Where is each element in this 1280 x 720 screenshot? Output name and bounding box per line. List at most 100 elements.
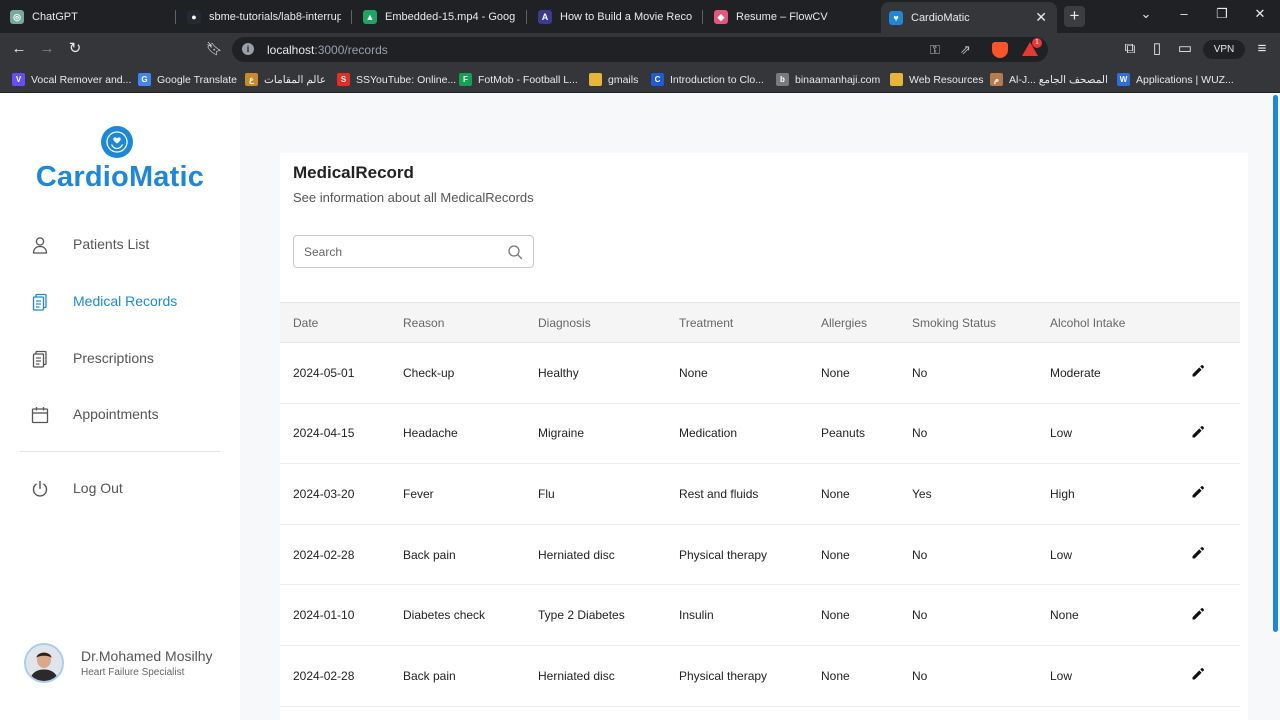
folder-icon [589,73,602,86]
bookmarks-bar: V Vocal Remover and... G Google Translate ع ع… [0,66,1280,93]
calendar-icon [30,405,50,425]
close-tab-icon[interactable]: ✕ [1035,9,1047,26]
edit-cell [1175,463,1240,525]
column-header[interactable]: Diagnosis [525,303,666,343]
flowcv-icon: ◆ [714,10,728,24]
column-header[interactable]: Treatment [666,303,808,343]
edit-pencil-icon[interactable] [1190,545,1206,561]
binaa-icon: b [776,73,789,86]
new-tab-button[interactable]: + [1064,6,1085,27]
column-header[interactable]: Alcohol Intake [1037,303,1175,343]
edit-cell [1175,645,1240,707]
table-cell: Moderate [1037,342,1175,404]
reload-icon[interactable]: ↻ [66,40,84,58]
minimize-icon[interactable]: – [1174,6,1194,21]
table-row: 2024-03-20 Fever Flu Rest and fluids None Yes… [280,463,1240,525]
folder-icon [890,73,903,86]
column-header[interactable]: Date [280,303,390,343]
search-icon[interactable] [507,244,523,260]
edit-pencil-icon[interactable] [1190,606,1206,622]
column-header[interactable]: Allergies [808,303,899,343]
bookmark-item[interactable]: Web Resources [890,71,984,88]
sidebar-item-appointments[interactable]: Appointments [0,395,240,435]
sidebar-item-patients-list[interactable]: Patients List [0,225,240,265]
fotmob-icon: F [459,73,472,86]
bookmark-item[interactable]: S SSYouTube: Online... [337,71,456,88]
column-header[interactable] [1175,303,1240,343]
logout-button[interactable]: Log Out [0,469,240,509]
bookmark-item[interactable]: م Al-J... المصحف الجامع [990,71,1108,88]
address-bar[interactable]: i localhost:3000/records ⚿ ⇗ [232,37,1048,62]
logout-label: Log Out [73,480,123,496]
bookmark-label: SSYouTube: Online... [356,73,457,86]
bookmark-item[interactable]: G Google Translate [138,71,237,88]
bookmark-label: Introduction to Clo... [670,73,764,86]
bookmark-item[interactable]: gmails [589,71,638,88]
bookmark-item[interactable]: C Introduction to Clo... [651,71,764,88]
menu-icon[interactable]: ≡ [1253,40,1271,58]
sidebar-toggle-icon[interactable]: ▯ [1148,40,1166,58]
browser-tab[interactable]: ♥ CardioMatic ✕ [881,2,1057,33]
table-cell: Fever [390,463,525,525]
table-row: 2024-04-15 Headache Migraine Medication Pean… [280,403,1240,465]
browser-toolbar: ← → ↻ 🔖︎ i localhost:3000/records ⚿ ⇗ 1 … [0,33,1280,66]
back-icon[interactable]: ← [10,40,28,58]
sidebar-item-medical-records[interactable]: Medical Records [0,282,240,322]
forward-icon[interactable]: → [38,40,56,58]
bookmark-item[interactable]: b binaamanhaji.com [776,71,880,88]
column-header[interactable]: Smoking Status [899,303,1037,343]
edit-cell [1175,524,1240,586]
brand-name[interactable]: CardioMatic [0,161,240,194]
edit-pencil-icon[interactable] [1190,424,1206,440]
bookmark-label: Applications | WUZ... [1136,73,1234,86]
browser-tab[interactable]: ◎ ChatGPT [2,4,172,30]
table-cell: Low [1037,524,1175,586]
browser-tab[interactable]: A How to Build a Movie Recomm [530,4,700,30]
edit-pencil-icon[interactable] [1190,666,1206,682]
mushaf-icon: م [990,73,1003,86]
bookmark-item[interactable]: F FotMob - Football L... [459,71,578,88]
extensions-icon[interactable]: ⧉ [1121,40,1139,58]
close-window-icon[interactable]: ✕ [1250,6,1270,22]
bookmark-icon[interactable]: 🔖︎ [205,40,223,58]
browser-tab[interactable]: ▲ Embedded-15.mp4 - Google Dr [355,4,523,30]
app-container: CardioMatic Patients List Medical Records… [0,93,1280,720]
browser-tab-title: sbme-tutorials/lab8-interrupt-c [209,11,341,23]
edit-pencil-icon[interactable] [1190,484,1206,500]
browser-tab-bar: ◎ ChatGPT ● sbme-tutorials/lab8-interrupt-c… [0,0,1280,33]
bookmark-item[interactable]: W Applications | WUZ... [1117,71,1234,88]
vocal-remover-icon: V [12,73,25,86]
table-cell: 2024-01-10 [280,584,390,646]
search-input[interactable] [304,243,494,261]
table-row: 2024-05-01 Check-up Healthy None None No Moder… [280,342,1240,404]
records-table: Date Reason Diagnosis Treatment Allergies Smo… [280,302,1240,707]
share-icon[interactable]: ⇗ [960,42,971,58]
url-text[interactable]: localhost:3000/records [267,43,388,57]
maximize-icon[interactable]: ❐ [1212,6,1232,22]
table-cell: Flu [525,463,666,525]
github-icon: ● [187,10,201,24]
vpn-button[interactable]: VPN [1203,40,1245,59]
column-header[interactable]: Reason [390,303,525,343]
table-cell: Yes [899,463,1037,525]
bookmark-item[interactable]: ع عالم المقامات [245,71,326,88]
edit-cell [1175,403,1240,465]
tab-separator [702,10,703,24]
sidebar-item-prescriptions[interactable]: Prescriptions [0,339,240,379]
page-scrollbar[interactable] [1273,95,1278,632]
bookmark-label: binaamanhaji.com [795,73,881,86]
bookmark-item[interactable]: V Vocal Remover and... [12,71,131,88]
brave-shields-icon[interactable] [992,42,1008,58]
table-cell: No [899,524,1037,586]
site-info-icon[interactable]: i [242,43,254,55]
tab-search-chevron-icon[interactable]: ⌄ [1136,6,1156,22]
browser-tab[interactable]: ● sbme-tutorials/lab8-interrupt-c [179,4,349,30]
browser-tab[interactable]: ◆ Resume – FlowCV [706,4,874,30]
sidebar-item-label: Appointments [73,406,159,422]
avatar[interactable] [24,643,64,683]
sidebar-item-label: Prescriptions [73,350,154,366]
table-header: Date Reason Diagnosis Treatment Allergies Smo… [280,302,1240,343]
key-icon[interactable]: ⚿ [930,42,940,58]
wallet-icon[interactable]: ▭ [1176,40,1194,58]
edit-pencil-icon[interactable] [1190,363,1206,379]
